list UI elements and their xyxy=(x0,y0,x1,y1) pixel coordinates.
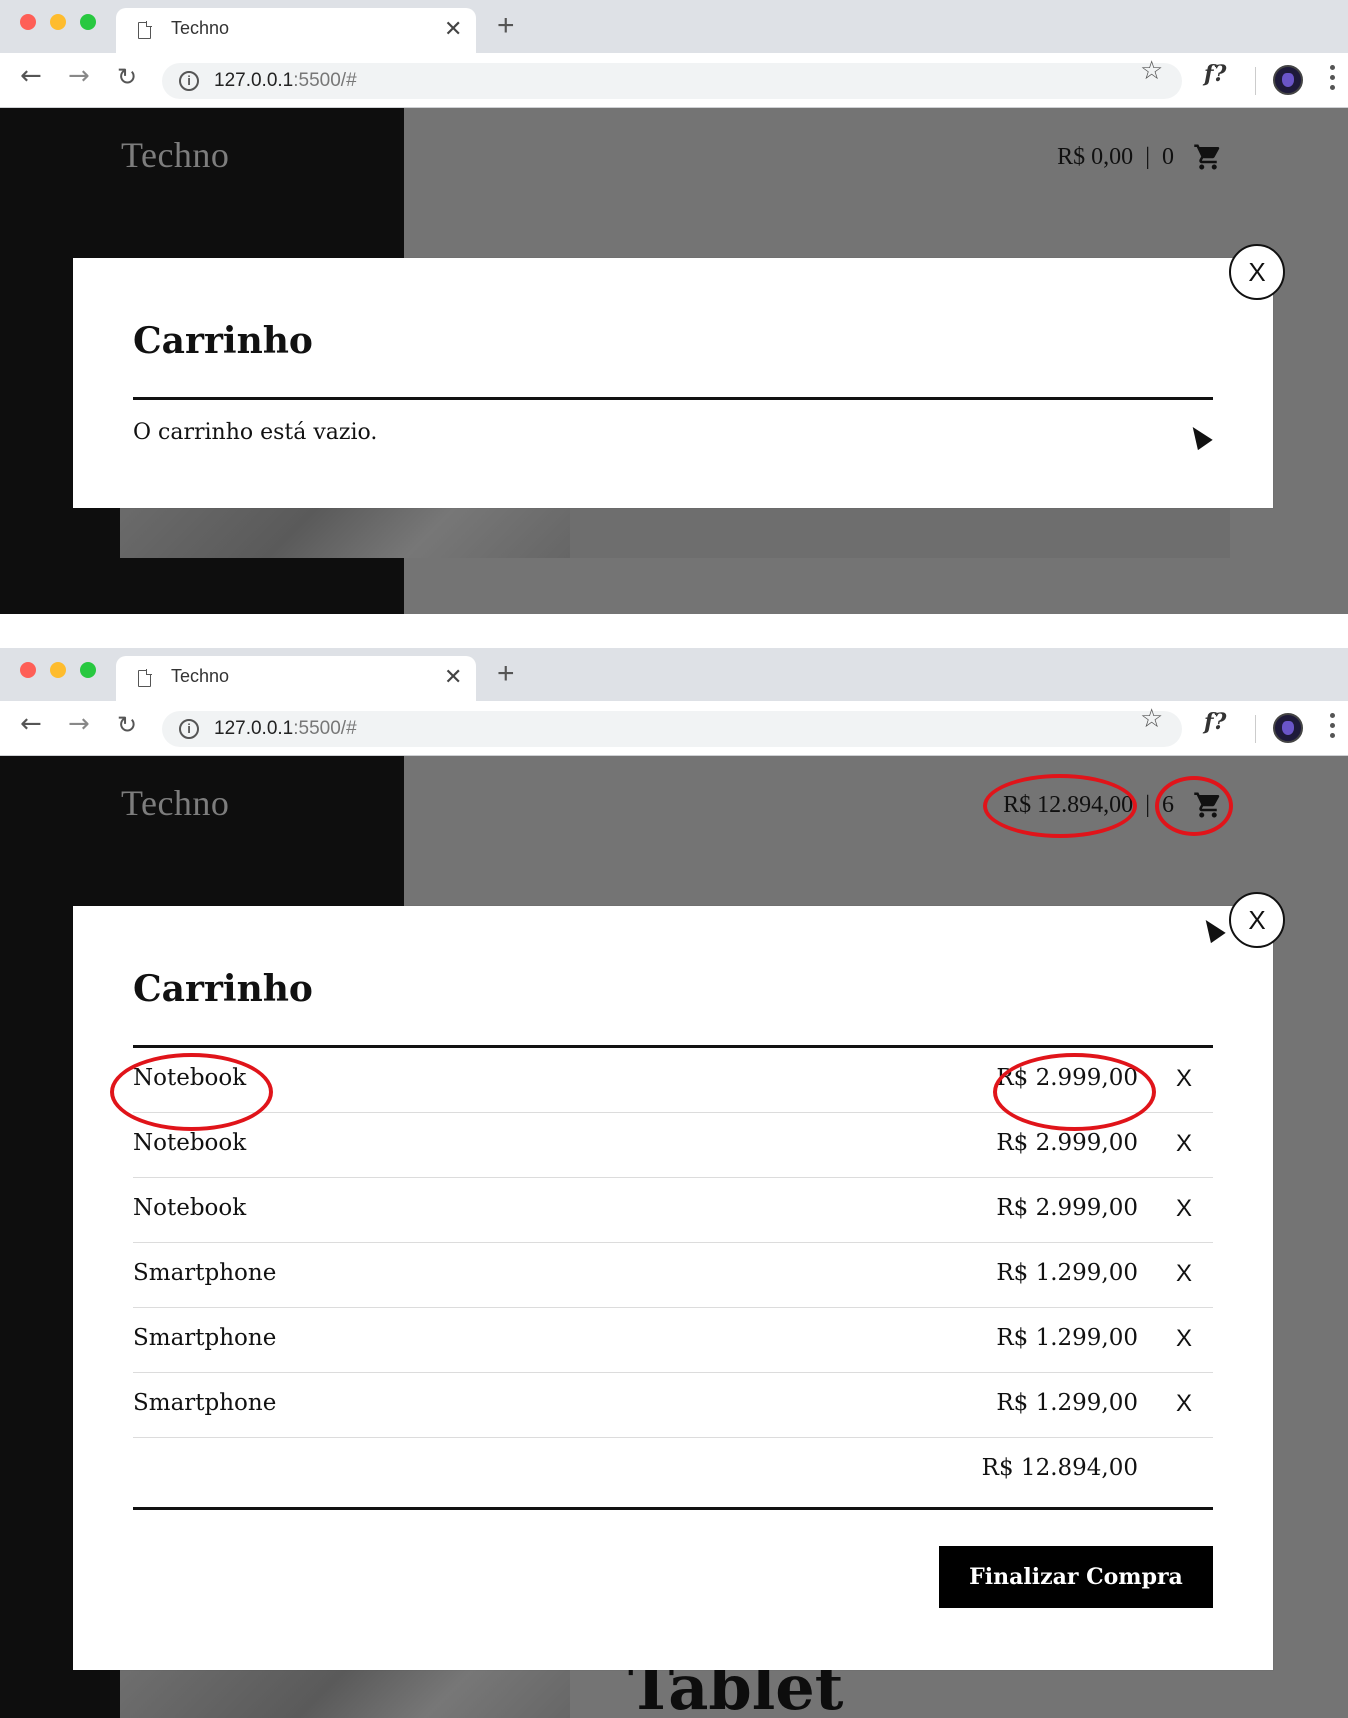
url-text: 127.0.0.1:5500/# xyxy=(214,70,357,91)
total-divider xyxy=(133,1507,1213,1510)
cart-item-row: Smartphone R$ 1.299,00 X xyxy=(133,1373,1213,1438)
toolbar-divider xyxy=(1255,67,1256,95)
browser-menu-icon[interactable] xyxy=(1330,65,1336,95)
url-text: 127.0.0.1:5500/# xyxy=(214,718,357,739)
modal-close-button[interactable]: X xyxy=(1229,892,1285,948)
reload-icon[interactable]: ↻ xyxy=(117,711,137,739)
screenshot-filled-cart: Techno ✕ + ← → ↻ i 127.0.0.1:5500/# ☆ f?… xyxy=(0,648,1348,1718)
cart-count: 0 xyxy=(1162,143,1174,170)
forward-icon[interactable]: → xyxy=(68,61,90,91)
cart-summary[interactable]: R$ 12.894,00 | 6 xyxy=(1003,790,1224,820)
profile-avatar-icon[interactable] xyxy=(1273,65,1303,95)
modal-close-button[interactable]: X xyxy=(1229,244,1285,300)
remove-item-button[interactable]: X xyxy=(1176,1195,1192,1223)
remove-item-button[interactable]: X xyxy=(1176,1130,1192,1158)
empty-cart-message: O carrinho está vazio. xyxy=(133,420,378,445)
item-price: R$ 2.999,00 xyxy=(996,1195,1138,1221)
item-price: R$ 2.999,00 xyxy=(996,1065,1138,1091)
cart-item-row: Notebook R$ 2.999,00 X xyxy=(133,1178,1213,1243)
extension-icon[interactable]: f? xyxy=(1204,709,1226,735)
tab-title: Techno xyxy=(171,18,230,38)
cart-item-row: Smartphone R$ 1.299,00 X xyxy=(133,1243,1213,1308)
item-name: Smartphone xyxy=(133,1325,277,1351)
browser-menu-icon[interactable] xyxy=(1330,713,1336,743)
forward-icon[interactable]: → xyxy=(68,709,90,739)
page-icon xyxy=(138,21,152,39)
title-divider xyxy=(133,397,1213,400)
modal-title: Carrinho xyxy=(133,320,313,362)
remove-item-button[interactable]: X xyxy=(1176,1325,1192,1353)
browser-tab[interactable]: Techno ✕ xyxy=(116,8,476,53)
checkout-button[interactable]: Finalizar Compra xyxy=(939,1546,1213,1608)
browser-tabbar: Techno ✕ + xyxy=(0,648,1348,701)
extension-icon[interactable]: f? xyxy=(1204,61,1226,87)
cart-item-row: Notebook R$ 2.999,00 X xyxy=(133,1048,1213,1113)
modal-title: Carrinho xyxy=(133,968,313,1010)
toolbar-divider xyxy=(1255,715,1256,743)
mouse-cursor-icon xyxy=(1198,914,1226,944)
item-name: Notebook xyxy=(133,1065,247,1091)
tab-close-icon[interactable]: ✕ xyxy=(444,664,462,690)
window-close-dot[interactable] xyxy=(20,14,36,30)
bookmark-star-icon[interactable]: ☆ xyxy=(1140,704,1163,734)
cart-count: 6 xyxy=(1162,791,1174,818)
item-name: Notebook xyxy=(133,1130,247,1156)
address-bar: ← → ↻ i 127.0.0.1:5500/# ☆ f? xyxy=(0,701,1348,756)
reload-icon[interactable]: ↻ xyxy=(117,63,137,91)
item-price: R$ 1.299,00 xyxy=(996,1260,1138,1286)
info-icon[interactable]: i xyxy=(179,71,199,91)
item-price: R$ 2.999,00 xyxy=(996,1130,1138,1156)
shopping-cart-icon[interactable] xyxy=(1192,790,1224,820)
url-input[interactable]: i 127.0.0.1:5500/# xyxy=(162,63,1182,99)
remove-item-button[interactable]: X xyxy=(1176,1260,1192,1288)
cart-separator: | xyxy=(1145,791,1150,818)
item-price: R$ 1.299,00 xyxy=(996,1390,1138,1416)
cart-total: R$ 12.894,00 xyxy=(1003,791,1134,818)
window-maximize-dot[interactable] xyxy=(80,14,96,30)
item-name: Smartphone xyxy=(133,1390,277,1416)
mouse-cursor-icon xyxy=(1185,421,1213,451)
remove-item-button[interactable]: X xyxy=(1176,1390,1192,1418)
remove-item-button[interactable]: X xyxy=(1176,1065,1192,1093)
site-logo[interactable]: Techno xyxy=(121,782,229,824)
back-icon[interactable]: ← xyxy=(20,61,42,91)
back-icon[interactable]: ← xyxy=(20,709,42,739)
item-name: Smartphone xyxy=(133,1260,277,1286)
cart-item-row: Notebook R$ 2.999,00 X xyxy=(133,1113,1213,1178)
cart-total-row: R$ 12.894,00 xyxy=(133,1438,1213,1503)
page-viewport: Techno R$ 12.894,00 | 6 Tablet Carrinho … xyxy=(0,756,1348,1718)
tab-close-icon[interactable]: ✕ xyxy=(444,16,462,42)
cart-item-row: Smartphone R$ 1.299,00 X xyxy=(133,1308,1213,1373)
cart-item-list: Notebook R$ 2.999,00 X Notebook R$ 2.999… xyxy=(133,1048,1213,1503)
bookmark-star-icon[interactable]: ☆ xyxy=(1140,56,1163,86)
screenshot-empty-cart: Techno ✕ + ← → ↻ i 127.0.0.1:5500/# ☆ f?… xyxy=(0,0,1348,614)
site-logo[interactable]: Techno xyxy=(121,134,229,176)
page-viewport: Techno R$ 0,00 | 0 Carrinho O carrinho e… xyxy=(0,108,1348,614)
window-maximize-dot[interactable] xyxy=(80,662,96,678)
cart-modal: Carrinho O carrinho está vazio. xyxy=(73,258,1273,508)
item-name: Notebook xyxy=(133,1195,247,1221)
url-input[interactable]: i 127.0.0.1:5500/# xyxy=(162,711,1182,747)
cart-modal: Carrinho Notebook R$ 2.999,00 X Notebook… xyxy=(73,906,1273,1670)
new-tab-button[interactable]: + xyxy=(497,8,515,44)
cart-separator: | xyxy=(1145,143,1150,170)
browser-tab[interactable]: Techno ✕ xyxy=(116,656,476,701)
info-icon[interactable]: i xyxy=(179,719,199,739)
new-tab-button[interactable]: + xyxy=(497,656,515,692)
page-icon xyxy=(138,669,152,687)
product-photo xyxy=(120,1666,570,1718)
item-price: R$ 1.299,00 xyxy=(996,1325,1138,1351)
cart-list-total: R$ 12.894,00 xyxy=(981,1455,1138,1481)
cart-total: R$ 0,00 xyxy=(1057,143,1134,170)
window-minimize-dot[interactable] xyxy=(50,14,66,30)
window-close-dot[interactable] xyxy=(20,662,36,678)
tab-title: Techno xyxy=(171,666,230,686)
cart-summary[interactable]: R$ 0,00 | 0 xyxy=(1057,142,1224,172)
address-bar: ← → ↻ i 127.0.0.1:5500/# ☆ f? xyxy=(0,53,1348,108)
shopping-cart-icon[interactable] xyxy=(1192,142,1224,172)
profile-avatar-icon[interactable] xyxy=(1273,713,1303,743)
window-minimize-dot[interactable] xyxy=(50,662,66,678)
browser-tabbar: Techno ✕ + xyxy=(0,0,1348,53)
